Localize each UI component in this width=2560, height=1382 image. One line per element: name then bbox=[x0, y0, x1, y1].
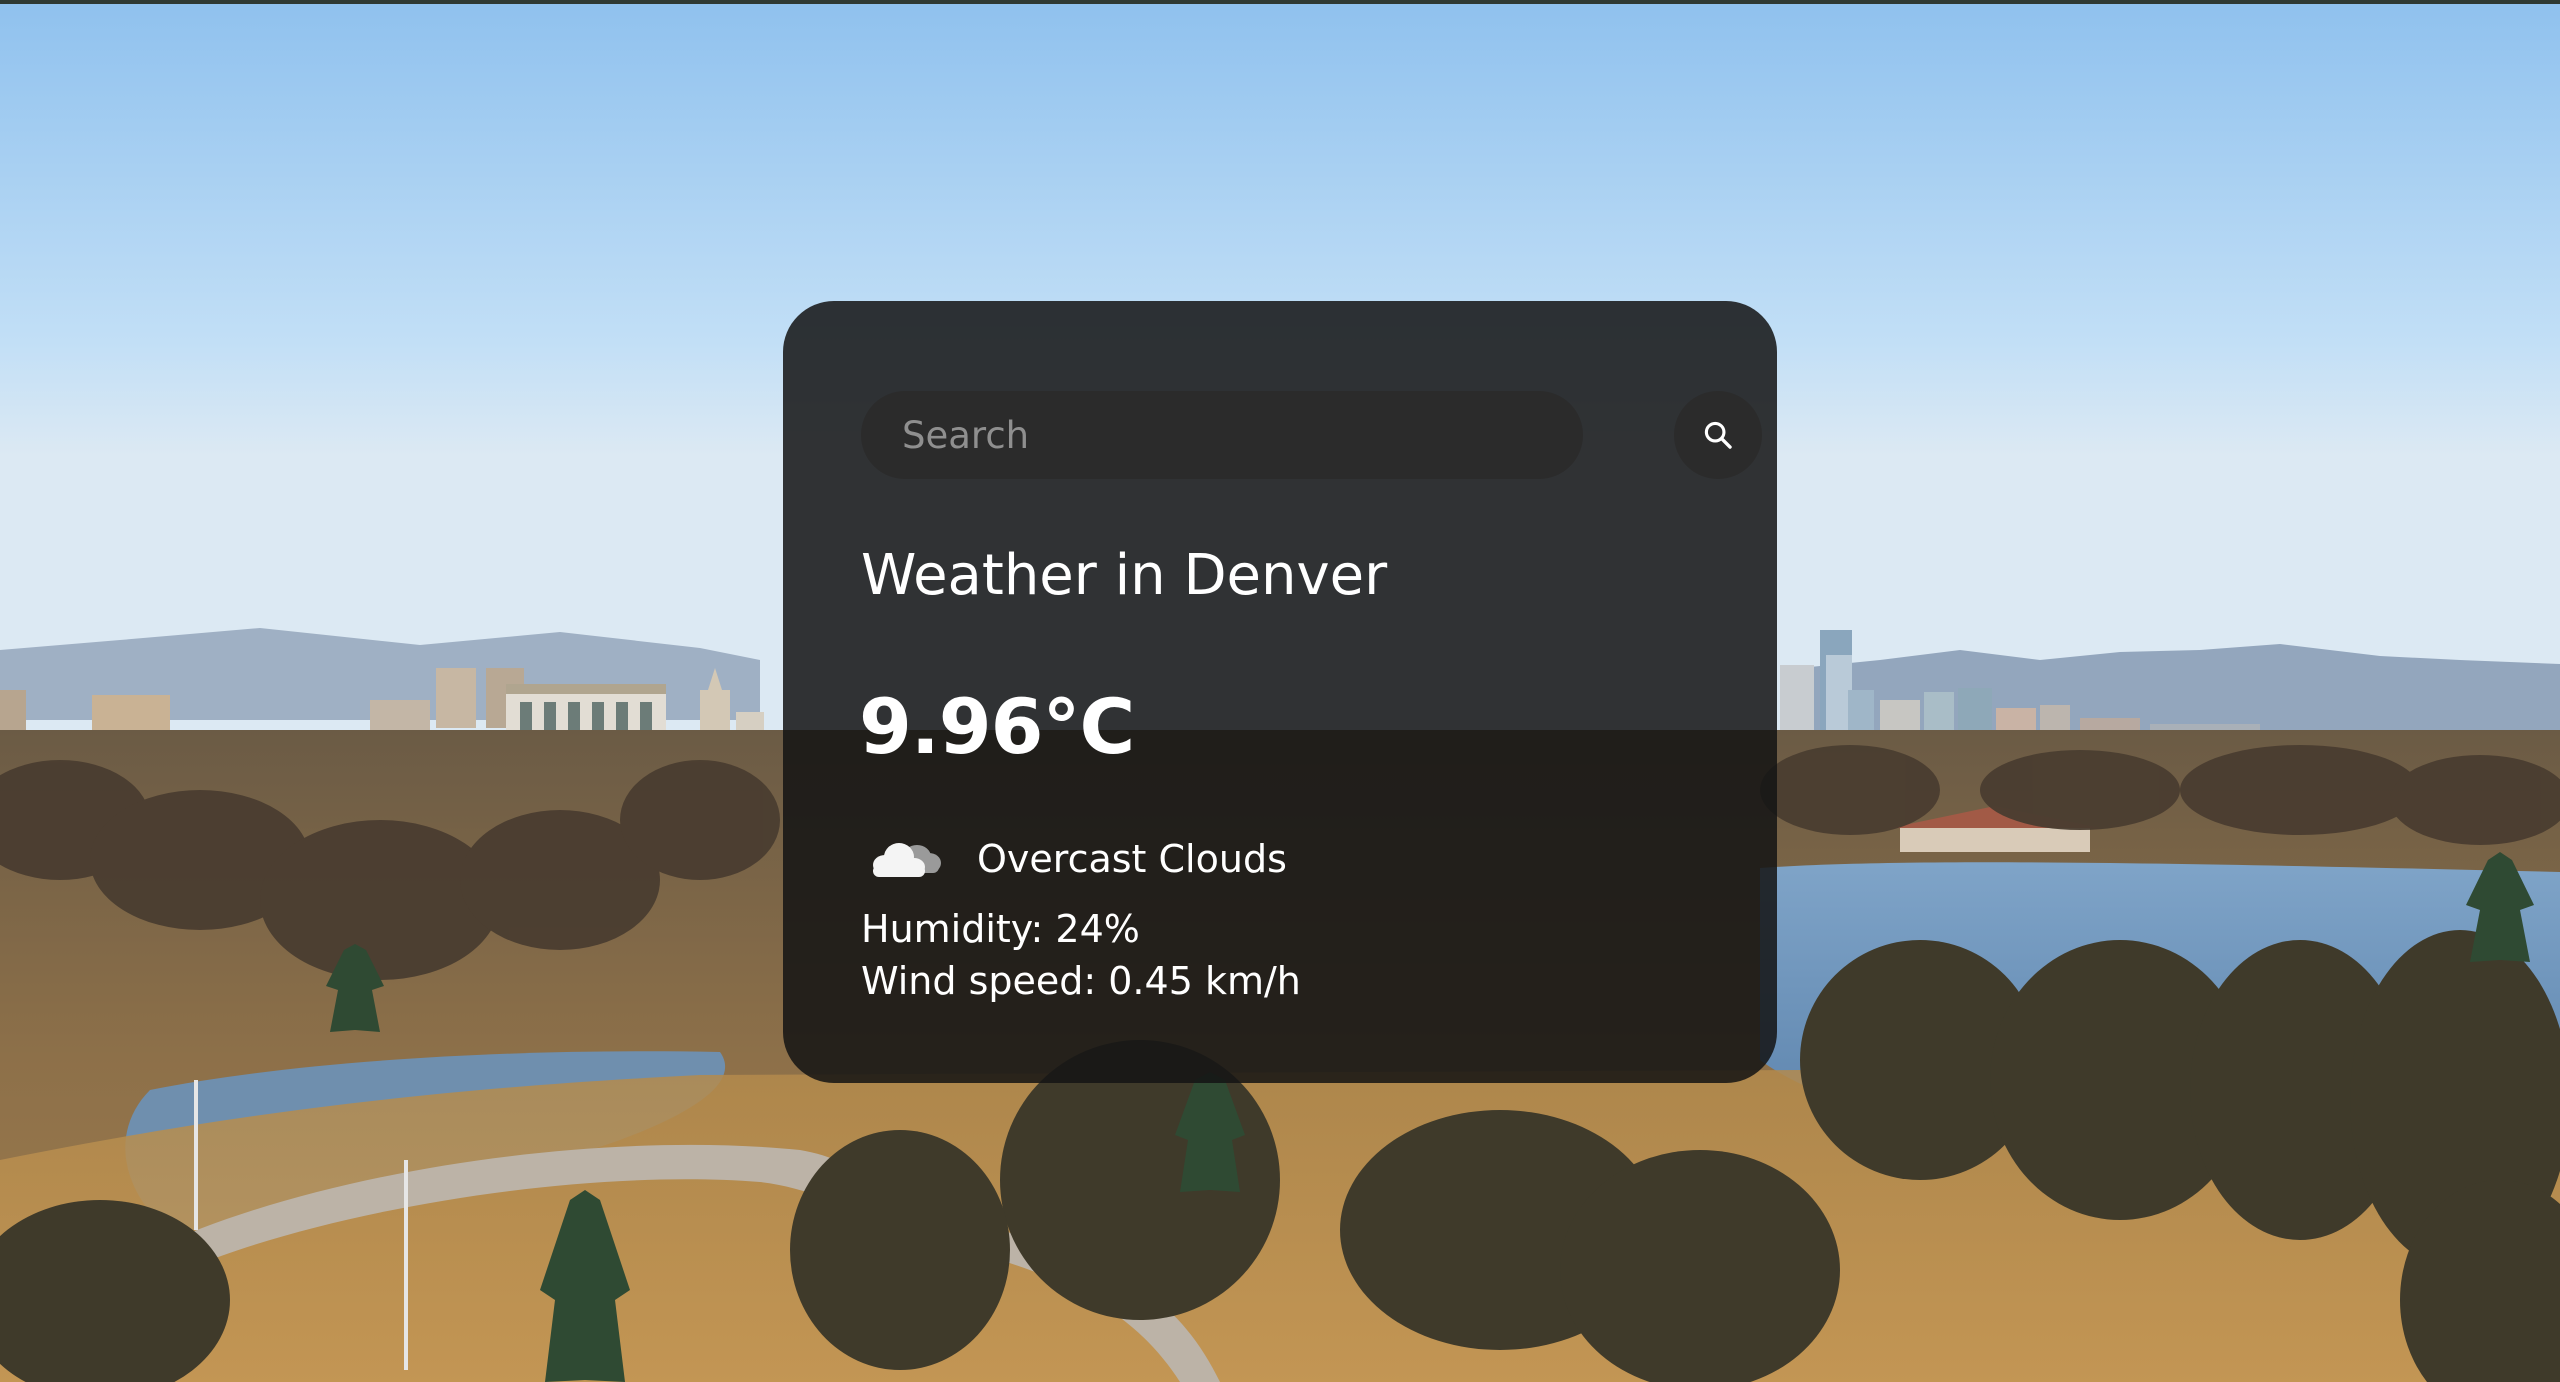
weather-condition: Overcast Clouds bbox=[859, 824, 1287, 894]
search-icon bbox=[1704, 421, 1732, 449]
search-input[interactable] bbox=[861, 391, 1583, 479]
city-title: Weather in Denver bbox=[861, 543, 1388, 608]
wind-speed-text: Wind speed: 0.45 km/h bbox=[861, 959, 1301, 1003]
weather-description: Overcast Clouds bbox=[977, 837, 1287, 881]
search-button[interactable] bbox=[1674, 391, 1762, 479]
humidity-text: Humidity: 24% bbox=[861, 907, 1140, 951]
temperature-value: 9.96°C bbox=[859, 682, 1135, 771]
window-top-edge bbox=[0, 0, 2560, 4]
weather-card: Weather in Denver 9.96°C Overcast Clouds… bbox=[783, 301, 1777, 1083]
weather-app-page: Weather in Denver 9.96°C Overcast Clouds… bbox=[0, 0, 2560, 1382]
overcast-clouds-icon bbox=[873, 843, 941, 877]
search-bar bbox=[861, 391, 1762, 479]
